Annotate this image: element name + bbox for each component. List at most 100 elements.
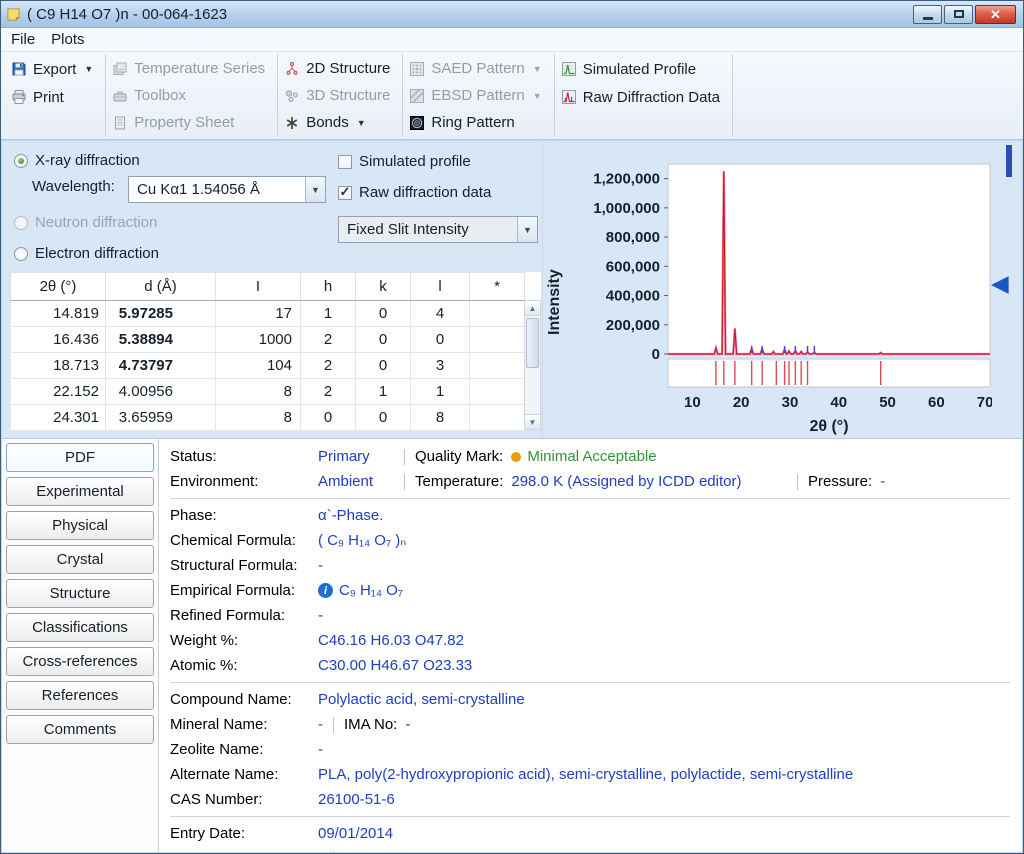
wavelength-value: Cu Kα1 1.54056 Å [137, 181, 260, 198]
client-area: X-ray diffraction Wavelength: Cu Kα1 1.5… [2, 141, 1022, 852]
mineral-name-label: Mineral Name: [170, 716, 268, 733]
status-value: Primary [318, 448, 370, 465]
refined-formula-value: - [318, 607, 323, 624]
radio-electron-diffraction[interactable]: Electron diffraction [14, 245, 159, 262]
simulated-profile-button[interactable]: Simulated Profile [561, 55, 720, 83]
raw-diffraction-data-button[interactable]: Raw Diffraction Data [561, 83, 720, 111]
scroll-down-icon[interactable]: ▼ [525, 414, 540, 429]
menu-file[interactable]: File [11, 31, 35, 48]
cell: 8 [410, 404, 470, 431]
tab-experimental[interactable]: Experimental [6, 477, 154, 506]
structural-formula-label: Structural Formula: [170, 557, 298, 574]
intensity-mode-value: Fixed Slit Intensity [339, 217, 517, 242]
modifications-label: Modifications: [344, 846, 436, 852]
2d-structure-label: 2D Structure [306, 60, 391, 77]
cas-number-label: CAS Number: [170, 791, 263, 808]
peak-table: 2θ (°) d (Å) I h k l * 14.819 5.97285 17 [10, 272, 525, 431]
alternate-name-label: Alternate Name: [170, 766, 279, 783]
table-row[interactable]: 24.301 3.65959 8 0 0 8 [10, 404, 525, 431]
col-2theta[interactable]: 2θ (°) [10, 272, 106, 301]
svg-text:30: 30 [782, 394, 799, 411]
cell: 1 [300, 300, 356, 327]
cell [469, 326, 525, 353]
menu-plots[interactable]: Plots [51, 31, 84, 48]
pressure-value: - [880, 473, 886, 490]
col-h[interactable]: h [300, 272, 356, 301]
print-label: Print [33, 88, 64, 106]
wavelength-select[interactable]: Cu Kα1 1.54056 Å ▼ [128, 176, 326, 203]
cell: 4 [410, 300, 470, 327]
tab-physical[interactable]: Physical [6, 511, 154, 540]
svg-text:200,000: 200,000 [606, 317, 660, 334]
cell: 8 [215, 404, 301, 431]
2d-structure-icon [286, 61, 298, 75]
detail-tabs: PDF Experimental Physical Crystal Struct… [2, 439, 159, 852]
svg-text:60: 60 [928, 394, 945, 411]
info-icon[interactable]: i [318, 583, 333, 598]
tab-comments[interactable]: Comments [6, 715, 154, 744]
col-l[interactable]: l [410, 272, 470, 301]
title-bar: ( C9 H14 O7 )n - 00-064-1623 ✕ [1, 1, 1023, 28]
tab-structure[interactable]: Structure [6, 579, 154, 608]
peak-table-container: 2θ (°) d (Å) I h k l * 14.819 5.97285 17 [10, 272, 541, 431]
table-row[interactable]: 14.819 5.97285 17 1 0 4 [10, 300, 525, 327]
collapse-panel-arrow[interactable]: ◀ [991, 272, 1009, 295]
cell [469, 378, 525, 405]
simulated-profile-icon [561, 62, 576, 76]
minimize-icon [922, 16, 933, 20]
docked-panel-edge[interactable] [1006, 145, 1012, 177]
saed-pattern-label: SAED Pattern [431, 60, 525, 77]
cell: 3 [410, 352, 470, 379]
print-button[interactable]: Print [11, 83, 93, 111]
cell [469, 352, 525, 379]
bonds-button[interactable]: Bonds ▼ [284, 109, 390, 136]
chevron-down-icon: ▼ [305, 177, 325, 202]
table-row[interactable]: 22.152 4.00956 8 2 1 1 [10, 378, 525, 405]
3d-structure-icon [285, 89, 298, 102]
minimize-button[interactable] [913, 4, 942, 24]
2d-structure-button[interactable]: 2D Structure [284, 55, 390, 82]
export-button[interactable]: Export ▼ [11, 55, 93, 83]
col-i[interactable]: I [215, 272, 301, 301]
tab-pdf[interactable]: PDF [6, 443, 154, 472]
tab-classifications[interactable]: Classifications [6, 613, 154, 642]
empirical-formula-label: Empirical Formula: [170, 582, 296, 599]
property-sheet-label: Property Sheet [134, 114, 235, 131]
checkbox-raw-diffraction-data[interactable]: Raw diffraction data [338, 184, 491, 201]
radio-neutron-diffraction: Neutron diffraction [14, 214, 157, 231]
cell: 104 [215, 352, 301, 379]
tab-references[interactable]: References [6, 681, 154, 710]
maximize-button[interactable] [944, 4, 973, 24]
checkbox-simulated-profile[interactable]: Simulated profile [338, 153, 471, 170]
alternate-name-value: PLA, poly(2-hydroxypropionic acid), semi… [318, 766, 854, 783]
col-d[interactable]: d (Å) [105, 272, 216, 301]
atomic-percent-label: Atomic %: [170, 657, 238, 674]
tab-crystal[interactable]: Crystal [6, 545, 154, 574]
temperature-series-icon [113, 62, 127, 75]
close-button[interactable]: ✕ [975, 4, 1016, 24]
radio-neutron-label: Neutron diffraction [35, 214, 158, 231]
tab-cross-references[interactable]: Cross-references [6, 647, 154, 676]
cell: 2 [300, 352, 356, 379]
svg-text:600,000: 600,000 [606, 258, 660, 275]
table-row[interactable]: 18.713 4.73797 104 2 0 3 [10, 352, 525, 379]
cas-number-value: 26100-51-6 [318, 791, 395, 808]
col-star[interactable]: * [469, 272, 525, 301]
table-row[interactable]: 16.436 5.38894 1000 2 0 0 [10, 326, 525, 353]
wavelength-label: Wavelength: [32, 178, 115, 195]
cell: 17 [215, 300, 301, 327]
radio-xray-diffraction[interactable]: X-ray diffraction [14, 152, 140, 169]
chevron-down-icon: ▼ [532, 90, 542, 101]
ring-pattern-button[interactable]: Ring Pattern [409, 109, 541, 136]
table-scrollbar[interactable]: ▲ ▼ [524, 300, 541, 430]
chemical-formula-label: Chemical Formula: [170, 532, 296, 549]
col-k[interactable]: k [355, 272, 411, 301]
y-axis-label: Intensity [546, 269, 563, 335]
scrollbar-thumb[interactable] [526, 318, 539, 368]
scroll-up-icon[interactable]: ▲ [525, 301, 540, 316]
zeolite-name-label: Zeolite Name: [170, 741, 264, 758]
modification-date-label: Modification Date: [170, 846, 318, 852]
cell: 22.152 [10, 378, 106, 405]
cell: 1000 [215, 326, 301, 353]
intensity-mode-select[interactable]: Fixed Slit Intensity ▼ [338, 216, 538, 243]
